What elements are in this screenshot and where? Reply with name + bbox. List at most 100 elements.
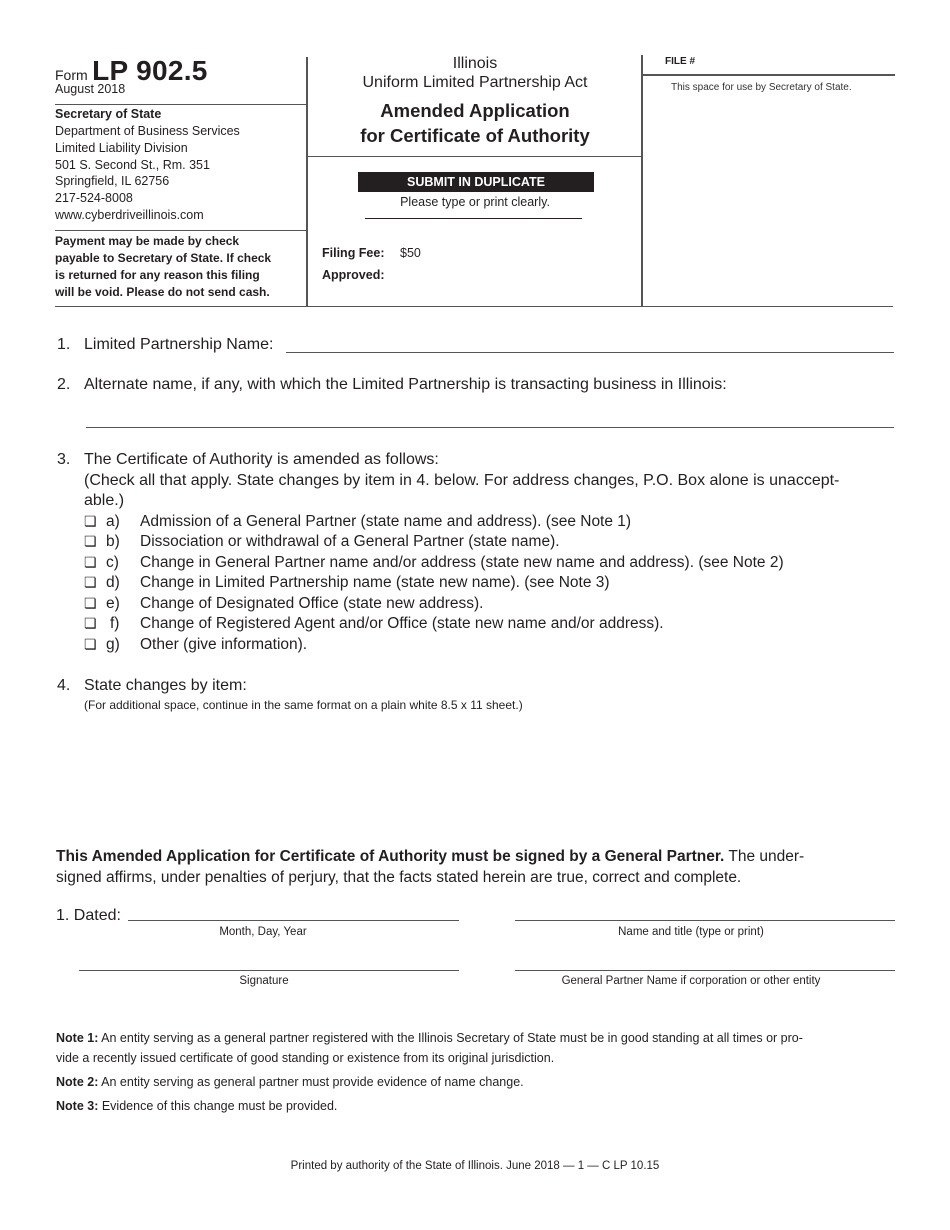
act-name: Uniform Limited Partnership Act bbox=[362, 74, 588, 91]
divider bbox=[641, 55, 643, 306]
checkbox-icon[interactable]: ❏ bbox=[84, 513, 106, 530]
form-date: August 2018 bbox=[55, 82, 126, 96]
agency-line: Limited Liability Division bbox=[55, 140, 188, 155]
option-text: Change of Designated Office (state new a… bbox=[140, 595, 484, 612]
attestation-bold: This Amended Application for Certificate… bbox=[56, 848, 725, 865]
amendment-option-f[interactable]: ❏ f) Change of Registered Agent and/or Off… bbox=[84, 615, 664, 633]
option-letter: c) bbox=[106, 554, 119, 571]
date-caption: Month, Day, Year bbox=[219, 926, 307, 938]
amendments-instruction: (Check all that apply. State changes by … bbox=[84, 472, 840, 489]
amendment-option-g[interactable]: ❏ g) Other (give information). bbox=[84, 636, 307, 654]
option-letter: g) bbox=[106, 636, 120, 653]
lp-name-label: Limited Partnership Name: bbox=[84, 336, 274, 353]
agency-website-link[interactable]: www.cyberdriveillinois.com bbox=[55, 207, 240, 224]
note-text: Evidence of this change must be provided… bbox=[98, 1099, 338, 1113]
note-text: An entity serving as a general partner r… bbox=[98, 1031, 803, 1045]
note-1: Note 1: An entity serving as a general p… bbox=[56, 1028, 906, 1048]
divider bbox=[55, 230, 307, 231]
divider bbox=[55, 104, 307, 105]
item-number: 3. bbox=[57, 451, 71, 468]
state-name: Illinois bbox=[452, 55, 498, 72]
page-footer: Printed by authority of the State of Ill… bbox=[290, 1160, 660, 1172]
note-label: Note 2: bbox=[56, 1075, 99, 1089]
agency-address: Department of Business Services Limited … bbox=[55, 123, 240, 224]
amendments-instruction-cont: able.) bbox=[84, 492, 125, 509]
agency-phone: 217-524-8008 bbox=[55, 191, 133, 206]
amendment-option-d[interactable]: ❏ d) Change in Limited Partnership name (s… bbox=[84, 574, 610, 592]
amendment-option-e[interactable]: ❏ e) Change of Designated Office (state ne… bbox=[84, 595, 484, 613]
name-title-caption: Name and title (type or print) bbox=[618, 926, 764, 938]
alternate-name-label: Alternate name, if any, with which the L… bbox=[84, 376, 727, 393]
filing-fee-label: Filing Fee: bbox=[322, 246, 385, 260]
agency-name: Secretary of State bbox=[55, 107, 162, 121]
signature-caption: Signature bbox=[239, 975, 289, 987]
agency-line: Department of Business Services bbox=[55, 124, 240, 138]
gp-entity-name-input[interactable] bbox=[515, 970, 895, 971]
attestation: This Amended Application for Certificate… bbox=[56, 846, 906, 888]
note-label: Note 1: bbox=[56, 1031, 99, 1045]
divider bbox=[306, 57, 308, 306]
checkbox-icon[interactable]: ❏ bbox=[84, 636, 106, 653]
option-text: Admission of a General Partner (state na… bbox=[140, 513, 632, 530]
option-letter: a) bbox=[106, 513, 120, 530]
attestation-text: The under- bbox=[724, 848, 805, 865]
checkbox-icon[interactable]: ❏ bbox=[84, 574, 106, 591]
office-use-note: This space for use by Secretary of State… bbox=[671, 82, 852, 93]
print-instruction: Please type or print clearly. bbox=[400, 195, 550, 209]
note-3: Note 3: Evidence of this change must be … bbox=[56, 1096, 906, 1116]
payment-notice-line: payable to Secretary of State. If check bbox=[55, 251, 272, 265]
amendment-option-c[interactable]: ❏ c) Change in General Partner name and/or… bbox=[84, 554, 784, 572]
checkbox-icon[interactable]: ❏ bbox=[84, 595, 106, 612]
amendments-label: The Certificate of Authority is amended … bbox=[84, 451, 439, 468]
divider bbox=[642, 74, 895, 76]
state-changes-label: State changes by item: bbox=[84, 677, 247, 694]
checkbox-icon[interactable]: ❏ bbox=[84, 615, 106, 632]
form-title-line1: Amended Application bbox=[380, 100, 570, 121]
item-number: 1. bbox=[57, 336, 71, 353]
option-text: Dissociation or withdrawal of a General … bbox=[140, 533, 560, 550]
note-text: An entity serving as general partner mus… bbox=[98, 1075, 524, 1089]
divider bbox=[365, 218, 582, 219]
option-letter: f) bbox=[110, 615, 120, 632]
amendment-option-a[interactable]: ❏ a) Admission of a General Partner (state… bbox=[84, 513, 631, 531]
form-title-line2: for Certificate of Authority bbox=[360, 125, 590, 146]
attestation-text-cont: signed affirms, under penalties of perju… bbox=[56, 869, 742, 886]
note-label: Note 3: bbox=[56, 1099, 99, 1113]
alternate-name-input[interactable] bbox=[86, 427, 894, 428]
item-number: 4. bbox=[57, 677, 71, 694]
name-title-input[interactable] bbox=[515, 920, 895, 921]
agency-line: Springfield, IL 62756 bbox=[55, 174, 170, 189]
option-text: Change of Registered Agent and/or Office… bbox=[140, 615, 664, 632]
approved-label: Approved: bbox=[322, 268, 385, 282]
submit-in-duplicate-banner: SUBMIT IN DUPLICATE bbox=[358, 172, 594, 192]
payment-notice-line: Payment may be made by check bbox=[55, 234, 240, 248]
checkbox-icon[interactable]: ❏ bbox=[84, 554, 106, 571]
option-letter: e) bbox=[106, 595, 120, 612]
amendment-option-b[interactable]: ❏ b) Dissociation or withdrawal of a Gener… bbox=[84, 533, 560, 551]
file-number-label: FILE # bbox=[665, 56, 696, 67]
lp-name-input[interactable] bbox=[286, 352, 894, 353]
state-changes-note: (For additional space, continue in the s… bbox=[84, 698, 523, 712]
notes: Note 1: An entity serving as a general p… bbox=[56, 1028, 906, 1116]
item-number: 2. bbox=[57, 376, 71, 393]
gp-entity-name-caption: General Partner Name if corporation or o… bbox=[561, 975, 821, 987]
option-text: Change in Limited Partnership name (stat… bbox=[140, 574, 610, 591]
checkbox-icon[interactable]: ❏ bbox=[84, 533, 106, 550]
state-changes-input[interactable] bbox=[84, 716, 894, 826]
option-text: Other (give information). bbox=[140, 636, 308, 653]
option-letter: d) bbox=[106, 574, 120, 591]
note-2: Note 2: An entity serving as general par… bbox=[56, 1072, 906, 1092]
divider bbox=[55, 306, 893, 307]
option-text: Change in General Partner name and/or ad… bbox=[140, 554, 784, 571]
payment-notice-line: is returned for any reason this filing bbox=[55, 268, 260, 282]
note-1-cont: vide a recently issued certificate of go… bbox=[56, 1051, 555, 1065]
payment-notice: Payment may be made by check payable to … bbox=[55, 233, 271, 301]
agency-line: 501 S. Second St., Rm. 351 bbox=[55, 157, 210, 172]
filing-fee-value: $50 bbox=[400, 246, 421, 260]
option-letter: b) bbox=[106, 533, 120, 550]
dated-label: 1. Dated: bbox=[56, 907, 121, 924]
signature-input[interactable] bbox=[79, 970, 459, 971]
payment-notice-line: will be void. Please do not send cash. bbox=[55, 285, 270, 299]
divider bbox=[308, 156, 642, 157]
date-input[interactable] bbox=[128, 920, 459, 921]
